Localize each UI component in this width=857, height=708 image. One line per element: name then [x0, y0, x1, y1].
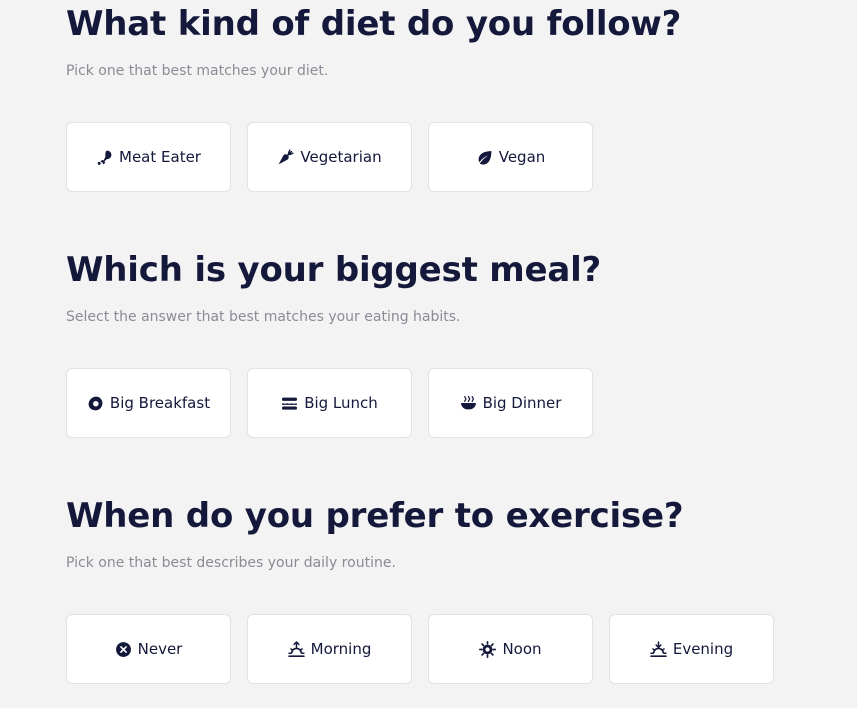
question-title: Which is your biggest meal?	[66, 250, 602, 290]
sandwich-icon	[281, 395, 298, 412]
exercise-question: When do you prefer to exercise? Pick one…	[66, 492, 826, 684]
option-morning[interactable]: Morning	[247, 614, 412, 684]
option-big-lunch[interactable]: Big Lunch	[247, 368, 412, 438]
option-label: Meat Eater	[119, 148, 201, 166]
option-never[interactable]: Never	[66, 614, 231, 684]
answer-options: Meat Eater Vegetarian Vegan	[66, 122, 593, 192]
answer-options: Never Morning Noon Evening	[66, 614, 774, 684]
question-title: When do you prefer to exercise?	[66, 496, 684, 536]
bowl-icon	[460, 395, 477, 412]
option-label: Morning	[310, 640, 372, 658]
option-noon[interactable]: Noon	[428, 614, 593, 684]
option-vegan[interactable]: Vegan	[428, 122, 593, 192]
option-label: Never	[137, 640, 183, 658]
option-vegetarian[interactable]: Vegetarian	[247, 122, 412, 192]
option-label: Noon	[502, 640, 542, 658]
diet-question: What kind of diet do you follow? Pick on…	[66, 0, 826, 192]
option-label: Vegetarian	[300, 148, 382, 166]
question-subtitle: Select the answer that best matches your…	[66, 309, 461, 325]
sun-icon	[479, 640, 497, 658]
sunset-icon	[650, 640, 667, 658]
question-subtitle: Pick one that best describes your daily …	[66, 555, 396, 571]
option-label: Evening	[672, 640, 734, 658]
meal-question: Which is your biggest meal? Select the a…	[66, 246, 826, 438]
question-subtitle: Pick one that best matches your diet.	[66, 63, 329, 79]
option-meat-eater[interactable]: Meat Eater	[66, 122, 231, 192]
drumstick-icon	[96, 149, 113, 166]
option-evening[interactable]: Evening	[609, 614, 774, 684]
option-label: Big Breakfast	[109, 394, 211, 412]
carrot-icon	[277, 149, 294, 166]
option-big-breakfast[interactable]: Big Breakfast	[66, 368, 231, 438]
option-label: Vegan	[498, 148, 546, 166]
egg-icon	[87, 395, 104, 412]
option-label: Big Lunch	[304, 394, 378, 412]
option-big-dinner[interactable]: Big Dinner	[428, 368, 593, 438]
question-title: What kind of diet do you follow?	[66, 4, 682, 44]
sunrise-icon	[287, 640, 305, 658]
answer-options: Big Breakfast Big Lunch Big Dinner	[66, 368, 593, 438]
x-circle-icon	[115, 641, 132, 658]
option-label: Big Dinner	[482, 394, 562, 412]
quiz-page: What kind of diet do you follow? Pick on…	[0, 0, 857, 708]
leaf-icon	[476, 149, 493, 166]
